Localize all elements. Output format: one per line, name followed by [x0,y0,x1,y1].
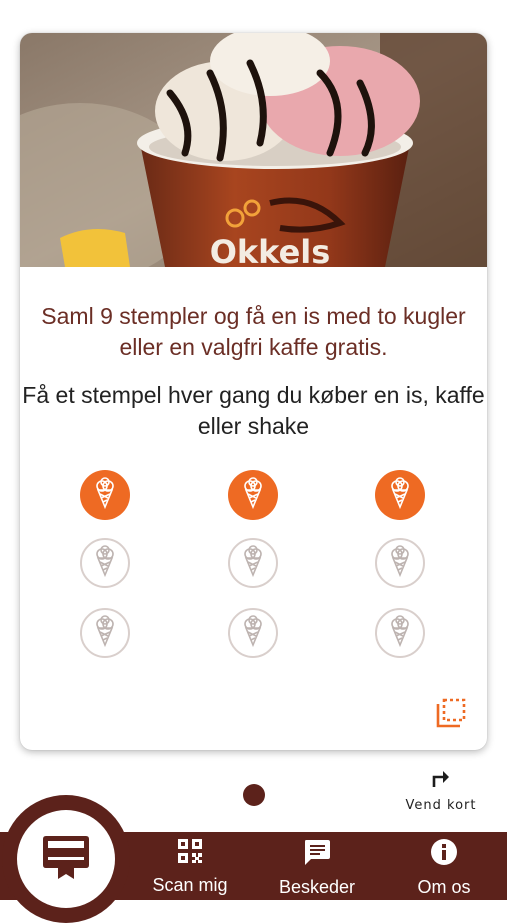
nav-scan-mig-label: Scan mig [152,875,228,895]
stamp-6 [375,538,425,588]
ice-cream-cone-icon [240,544,266,582]
nav-beskeder[interactable]: Beskeder [270,838,364,897]
nav-om-os[interactable]: Om os [404,838,484,897]
ice-cream-cone-icon [92,614,118,652]
nav-om-os-label: Om os [417,877,471,897]
page-indicator-dot [243,784,265,806]
ice-cream-cone-icon [387,544,413,582]
stamp-9 [375,608,425,658]
message-icon [303,838,331,871]
ice-cream-cone-icon [387,476,413,514]
flip-card-button[interactable]: Vend kort [398,765,484,815]
stamp-4 [80,538,130,588]
ice-cream-cone-icon [240,476,266,514]
nav-beskeder-label: Beskeder [278,877,356,897]
stamp-2 [228,470,278,520]
flip-card-label: Vend kort [405,798,477,813]
flip-card-corner-button[interactable] [434,698,468,732]
turn-right-arrow-icon [429,765,453,794]
flip-corner-icon [435,697,467,734]
stamp-5 [228,538,278,588]
qr-code-icon [177,838,203,869]
stamp-7 [80,608,130,658]
loyalty-card: Okkels Saml 9 stempler og få en is med t… [20,33,487,750]
ice-cream-cone-icon [92,476,118,514]
info-icon [430,838,458,871]
ice-cream-cone-icon [387,614,413,652]
stamp-3 [375,470,425,520]
ice-cream-cone-icon [92,544,118,582]
stamp-grid [20,33,487,750]
stamp-8 [228,608,278,658]
ice-cream-cone-icon [240,614,266,652]
nav-scan-mig[interactable]: Scan mig [148,838,232,896]
home-card-button[interactable] [17,810,115,908]
card-ribbon-icon [41,833,91,886]
stamp-1 [80,470,130,520]
